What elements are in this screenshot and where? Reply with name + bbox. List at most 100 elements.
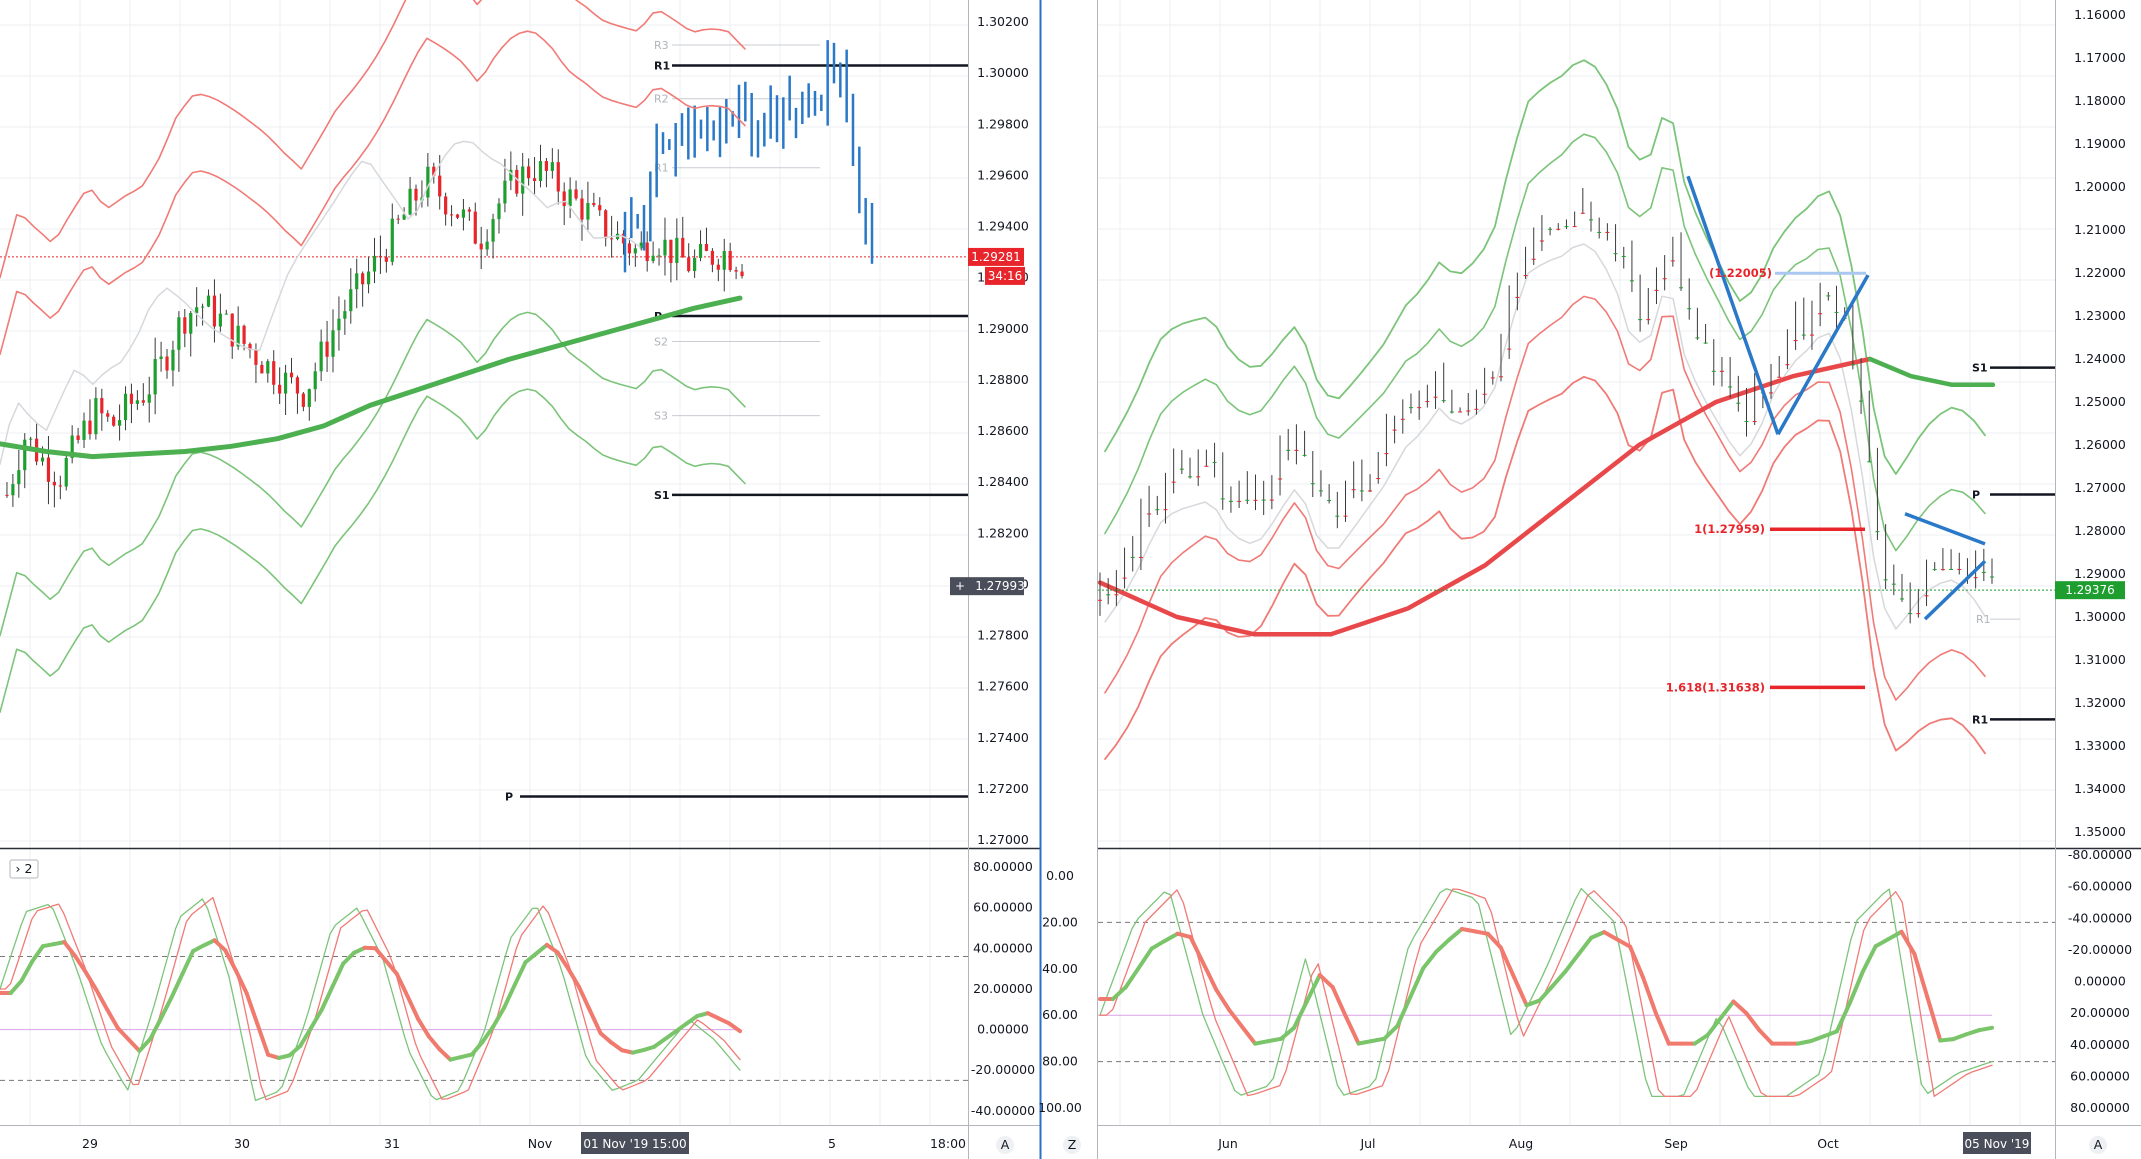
- candle-body: [129, 393, 134, 404]
- osc-slow: [373, 946, 389, 964]
- osc-slow: [1821, 1029, 1839, 1039]
- osc-left-tick: 40.00: [1042, 961, 1078, 976]
- price-tick-label: 1.28400: [977, 474, 1029, 489]
- candle-body: [722, 250, 726, 270]
- candle-body: [1359, 490, 1364, 492]
- candle-body: [1899, 598, 1904, 600]
- candle-body: [1130, 556, 1135, 558]
- candle-body: [1490, 377, 1495, 379]
- osc-slow: [426, 1034, 442, 1052]
- pivot-label-minor: R3: [654, 39, 669, 52]
- candle-body: [1400, 418, 1405, 420]
- price-tick-label: 1.23000: [2074, 308, 2126, 323]
- price-tick-label: 1.29000: [2074, 566, 2126, 581]
- candle-body: [1458, 411, 1463, 413]
- candle-body: [1867, 461, 1872, 463]
- candle-body: [527, 166, 531, 179]
- osc-slow: [1563, 952, 1581, 974]
- price-tick-label: 1.30200: [977, 14, 1029, 29]
- osc-slow: [1576, 935, 1594, 957]
- candle-body: [1605, 231, 1610, 233]
- osc-slow: [523, 951, 539, 965]
- candle-body: [1916, 613, 1921, 615]
- left-time-axis[interactable]: 29 30 31 Nov 5 18:00 01 Nov '19 15:00 A: [82, 1132, 1014, 1154]
- pattern-leg: [1776, 274, 1870, 436]
- candle-body: [366, 271, 371, 285]
- candle-body: [1138, 556, 1143, 558]
- candle-body: [1695, 337, 1700, 339]
- candle-body: [675, 237, 679, 263]
- candle-body: [728, 250, 732, 271]
- candle-body: [1163, 509, 1168, 511]
- candle-body: [319, 341, 323, 372]
- osc-slow: [566, 966, 582, 990]
- candle-body: [592, 202, 596, 206]
- osc-slow: [8, 978, 24, 996]
- osc-slow: [287, 1043, 303, 1058]
- candle-body: [1196, 476, 1201, 478]
- candle-body: [633, 248, 637, 254]
- candle-body: [562, 191, 566, 206]
- right-oscillator[interactable]: 100.00 80.00 60.00 40.00 20.00 0.00 80.00000 60…: [1038, 847, 2132, 1115]
- osc-slow: [169, 972, 185, 1000]
- candle-body: [242, 325, 246, 344]
- candle-body: [473, 211, 477, 244]
- candle-body: [1981, 571, 1986, 573]
- candle-body: [1245, 499, 1250, 501]
- candle-body: [100, 398, 104, 414]
- osc-slow: [330, 961, 346, 989]
- pivot-label-minor: R2: [654, 93, 669, 106]
- osc-tick-label: 60.00000: [973, 900, 1033, 915]
- price-tick-label: 1.18000: [2074, 93, 2126, 108]
- price-tick-label: 1.30000: [2074, 609, 2126, 624]
- candle-body: [698, 243, 703, 258]
- candle-body: [1433, 396, 1438, 398]
- price-tick-label: 1.25000: [2074, 394, 2126, 409]
- osc-slow: [1640, 975, 1658, 1016]
- osc-slow: [1964, 1028, 1982, 1037]
- time-label: 30: [234, 1136, 250, 1151]
- candle-body: [1679, 287, 1684, 289]
- osc-slow: [469, 1039, 485, 1057]
- chart-canvas[interactable]: 1.30200 1.30000 1.29800 1.29600 1.29400 1.292…: [0, 0, 2141, 1159]
- candle-body: [1924, 595, 1929, 597]
- candle-body: [23, 439, 27, 471]
- right-time-axis[interactable]: Jun Jul Aug Sep Oct 05 Nov '19 Z A: [1063, 1132, 2107, 1154]
- candle-body: [361, 273, 365, 285]
- right-price-axis[interactable]: 1.35000 1.34000 1.33000 1.32000 1.31000 1.300…: [2074, 7, 2126, 839]
- candle-body: [1973, 577, 1978, 579]
- candle-body: [212, 295, 217, 327]
- candle-body: [40, 457, 45, 462]
- candle-body: [1670, 260, 1675, 262]
- candle-body: [1638, 319, 1643, 321]
- price-tick-label: 1.30000: [977, 65, 1029, 80]
- candle-body: [1957, 568, 1962, 570]
- osc-slow: [1589, 930, 1607, 940]
- candle-body: [651, 255, 655, 262]
- osc-slow: [437, 1047, 453, 1062]
- candle-body: [278, 384, 282, 394]
- price-tick-label: 1.31000: [2074, 652, 2126, 667]
- osc-slow: [512, 960, 528, 987]
- candle-body: [1949, 568, 1954, 570]
- candle-body: [1392, 429, 1397, 431]
- candle-body: [467, 209, 471, 212]
- candle-body: [1818, 313, 1823, 315]
- candle-body: [189, 312, 193, 334]
- candle-body: [687, 257, 691, 272]
- osc-slow: [1602, 930, 1620, 942]
- candle-body: [1531, 258, 1536, 260]
- candle-body: [580, 198, 584, 220]
- candle-body: [586, 202, 590, 220]
- time-label: 31: [384, 1136, 400, 1151]
- chart-workspace: 1.30200 1.30000 1.29800 1.29600 1.29400 1.292…: [0, 0, 2141, 1159]
- price-tick-label: 1.19000: [2074, 136, 2126, 151]
- left-price-axis[interactable]: 1.302001.300001.298001.296001.294001.292…: [977, 14, 1029, 847]
- candle-body: [1834, 311, 1839, 313]
- candle-body: [1310, 483, 1315, 485]
- osc-slow: [180, 949, 196, 977]
- osc-slow: [1214, 987, 1232, 1013]
- time-label: 29: [82, 1136, 98, 1151]
- candle-body: [295, 377, 300, 394]
- pivot-label: P: [1972, 488, 1980, 501]
